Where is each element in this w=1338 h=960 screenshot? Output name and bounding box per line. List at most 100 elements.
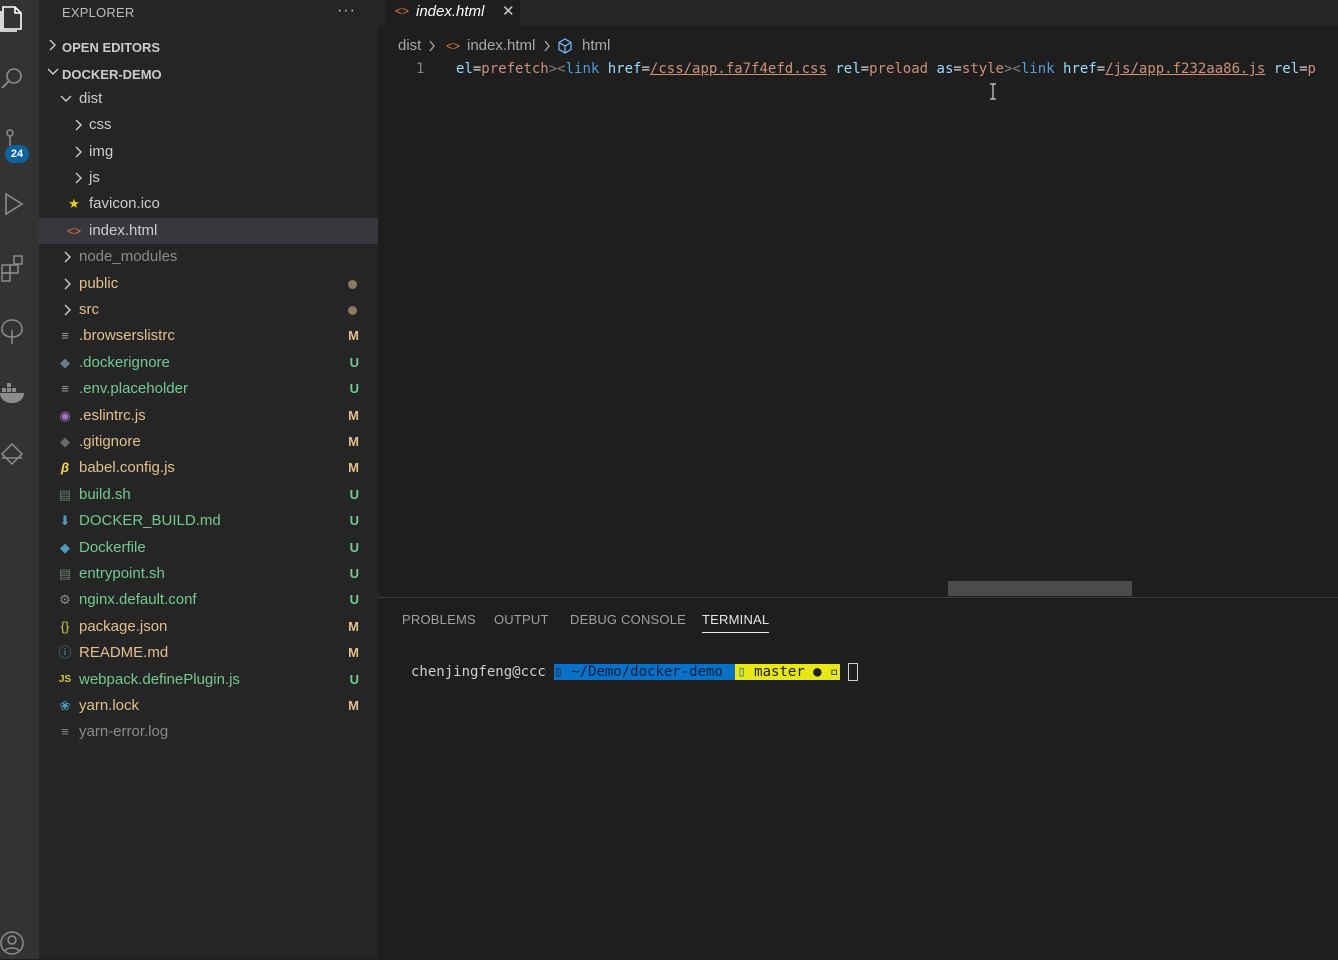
tab-output[interactable]: OUTPUT <box>494 612 549 627</box>
explorer-sidebar: EXPLORER ··· OPEN EDITORS DOCKER-DEMO di… <box>39 0 378 959</box>
tree-file-babel-config[interactable]: β babel.config.js M <box>39 455 378 481</box>
markdown-file-icon: ⬇ <box>59 513 71 528</box>
shell-file-icon: ▤ <box>58 566 72 581</box>
tree-folder-node-modules[interactable]: node_modules <box>39 244 378 270</box>
explorer-icon[interactable] <box>0 3 28 33</box>
docker-icon[interactable] <box>0 379 28 409</box>
tree-file-nginx-conf[interactable]: ⚙ nginx.default.conf U <box>39 587 378 613</box>
chevron-right-icon <box>75 146 82 158</box>
eslint-file-icon: ◉ <box>59 408 71 423</box>
tree-file-favicon[interactable]: ★ favicon.ico <box>39 191 378 217</box>
tree-item-label: node_modules <box>79 248 178 265</box>
section-open-editors[interactable]: OPEN EDITORS <box>39 34 378 60</box>
remote-icon[interactable] <box>0 442 28 472</box>
tree-folder-dist[interactable]: dist <box>39 86 378 112</box>
code-line[interactable]: 1 el=prefetch><link href=/css/app.fa7f4e… <box>378 58 1338 80</box>
tree-file-docker-build-md[interactable]: ⬇ DOCKER_BUILD.md U <box>39 508 378 534</box>
tree-file-eslintrc[interactable]: ◉ .eslintrc.js M <box>39 403 378 429</box>
close-icon[interactable]: ✕ <box>502 2 515 20</box>
chevron-right-icon <box>64 304 71 316</box>
tab-debug-console[interactable]: DEBUG CONSOLE <box>570 612 686 627</box>
tree-folder-img[interactable]: img <box>39 139 378 165</box>
tree-file-build-sh[interactable]: ▤ build.sh U <box>39 482 378 508</box>
chevron-right-icon <box>544 40 550 52</box>
yarn-file-icon: ❀ <box>59 698 71 713</box>
chevron-right-icon <box>429 40 435 52</box>
run-debug-icon[interactable] <box>0 190 28 220</box>
git-status: U <box>349 513 359 528</box>
tab-problems[interactable]: PROBLEMS <box>402 612 476 627</box>
tree-file-yarn-error-log[interactable]: ≡ yarn-error.log <box>39 719 378 745</box>
tree-folder-css[interactable]: css <box>39 112 378 138</box>
chevron-right-icon <box>75 172 82 184</box>
section-label: DOCKER-DEMO <box>62 67 162 82</box>
tree-folder-public[interactable]: public <box>39 271 378 297</box>
tree-file-package-json[interactable]: {} package.json M <box>39 614 378 640</box>
tree-file-env-placeholder[interactable]: ≡ .env.placeholder U <box>39 376 378 402</box>
tab-terminal[interactable]: TERMINAL <box>702 612 770 633</box>
terminal-cursor <box>848 663 859 681</box>
symbol-icon <box>558 38 572 54</box>
tree-item-label: entrypoint.sh <box>79 565 165 582</box>
terminal-user: chenjingfeng@ccc <box>411 664 546 680</box>
tree-item-label: webpack.definePlugin.js <box>79 671 240 688</box>
shell-file-icon: ▤ <box>58 487 72 502</box>
chevron-down-icon <box>47 68 59 75</box>
git-status: M <box>348 698 359 713</box>
tree-file-dockerfile[interactable]: ◆ Dockerfile U <box>39 535 378 561</box>
tree-item-label: src <box>79 301 99 318</box>
chevron-down-icon <box>60 95 72 102</box>
tree-file-webpack-define[interactable]: JS webpack.definePlugin.js U <box>39 667 378 693</box>
horizontal-scrollbar[interactable] <box>948 581 1132 596</box>
docker-file-icon: ◆ <box>60 540 70 555</box>
tree-file-entrypoint-sh[interactable]: ▤ entrypoint.sh U <box>39 561 378 587</box>
account-icon[interactable] <box>0 928 28 958</box>
terminal[interactable]: chenjingfeng@ccc ▯ ~/Demo/docker-demo ▯ … <box>411 662 859 682</box>
editor-area: <> index.html ✕ dist <> index.html html … <box>378 0 1338 597</box>
git-status: U <box>349 592 359 607</box>
tree-item-label: js <box>89 169 100 186</box>
lines-file-icon: ≡ <box>61 328 69 343</box>
tree-item-label: index.html <box>89 222 158 239</box>
tree-item-label: .gitignore <box>79 433 141 450</box>
chevron-right-icon <box>49 39 56 51</box>
tree-item-label: public <box>79 275 119 292</box>
more-actions-icon[interactable]: ··· <box>337 2 356 20</box>
tree-item-label: img <box>89 143 114 160</box>
tree-item-label: .eslintrc.js <box>79 407 146 424</box>
tree-item-label: README.md <box>79 644 169 661</box>
tree-folder-js[interactable]: js <box>39 165 378 191</box>
babel-file-icon: β <box>60 460 70 475</box>
tree-icon[interactable] <box>0 316 28 346</box>
tab-index-html[interactable]: <> index.html ✕ <box>385 0 520 26</box>
tree-file-readme[interactable]: ⓘ README.md M <box>39 640 378 666</box>
git-status: U <box>349 487 359 502</box>
tree-item-label: css <box>89 116 112 133</box>
activity-bar: 24 <box>0 0 39 959</box>
git-status: U <box>349 540 359 555</box>
git-status: M <box>348 434 359 449</box>
breadcrumb-folder[interactable]: dist <box>398 37 421 54</box>
terminal-branch: ▯ master ● ▫ <box>735 664 841 680</box>
tree-item-label: Dockerfile <box>79 539 146 556</box>
tree-file-dockerignore[interactable]: ◆ .dockerignore U <box>39 350 378 376</box>
tab-label: index.html <box>416 3 485 20</box>
chevron-right-icon <box>64 278 71 290</box>
star-icon: ★ <box>68 196 80 211</box>
breadcrumb-file[interactable]: index.html <box>467 37 535 54</box>
tree-file-yarn-lock[interactable]: ❀ yarn.lock M <box>39 693 378 719</box>
breadcrumb-symbol[interactable]: html <box>582 37 610 54</box>
tree-item-label: favicon.ico <box>89 195 160 212</box>
html-file-icon: <> <box>446 39 461 53</box>
section-project[interactable]: DOCKER-DEMO <box>39 61 378 87</box>
tree-file-browserslistrc[interactable]: ≡ .browserslistrc M <box>39 323 378 349</box>
tree-file-index-html[interactable]: <> index.html <box>39 218 378 244</box>
gear-icon: ⚙ <box>59 592 71 607</box>
git-status: U <box>349 566 359 581</box>
json-file-icon: {} <box>60 619 70 634</box>
bottom-panel: PROBLEMS OUTPUT DEBUG CONSOLE TERMINAL c… <box>378 597 1338 960</box>
tree-file-gitignore[interactable]: ◆ .gitignore M <box>39 429 378 455</box>
extensions-icon[interactable] <box>0 253 28 283</box>
tree-folder-src[interactable]: src <box>39 297 378 323</box>
search-icon[interactable] <box>0 64 28 94</box>
